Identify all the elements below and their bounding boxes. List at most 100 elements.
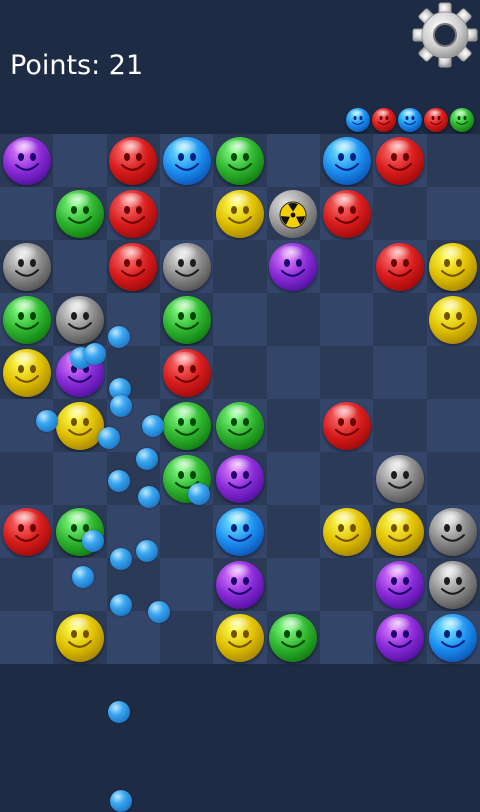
board-cell[interactable] bbox=[53, 293, 107, 346]
board-cell[interactable] bbox=[373, 134, 427, 187]
purple-ball[interactable] bbox=[375, 613, 424, 662]
blue-ball[interactable] bbox=[429, 613, 478, 662]
gray-ball[interactable] bbox=[162, 242, 211, 291]
yellow-ball[interactable] bbox=[375, 507, 424, 556]
board-cell[interactable] bbox=[0, 346, 54, 399]
board-cell[interactable] bbox=[160, 293, 214, 346]
board-cell[interactable] bbox=[0, 187, 54, 240]
board-cell[interactable] bbox=[160, 399, 214, 452]
board-cell[interactable] bbox=[53, 134, 107, 187]
purple-ball[interactable] bbox=[215, 454, 264, 503]
yellow-ball[interactable] bbox=[55, 401, 104, 450]
blue-ball[interactable] bbox=[215, 507, 264, 556]
green-ball[interactable] bbox=[269, 613, 318, 662]
red-ball[interactable] bbox=[375, 136, 424, 185]
board-cell[interactable] bbox=[266, 558, 320, 611]
board-cell[interactable] bbox=[160, 505, 214, 558]
board-cell[interactable] bbox=[320, 452, 374, 505]
red-ball[interactable] bbox=[109, 136, 158, 185]
board-cell[interactable] bbox=[0, 452, 54, 505]
board-cell[interactable] bbox=[106, 240, 160, 293]
board-cell[interactable] bbox=[320, 399, 374, 452]
green-ball[interactable] bbox=[55, 189, 104, 238]
board-cell[interactable] bbox=[320, 293, 374, 346]
board-cell[interactable] bbox=[213, 399, 267, 452]
board-cell[interactable] bbox=[160, 611, 214, 664]
board-cell[interactable] bbox=[426, 187, 480, 240]
board-cell[interactable] bbox=[373, 452, 427, 505]
board-cell[interactable] bbox=[213, 187, 267, 240]
board-cell[interactable] bbox=[213, 558, 267, 611]
board-cell[interactable] bbox=[266, 240, 320, 293]
yellow-ball[interactable] bbox=[215, 613, 264, 662]
gray-ball[interactable] bbox=[2, 242, 51, 291]
board-cell[interactable] bbox=[426, 558, 480, 611]
board-cell[interactable] bbox=[266, 293, 320, 346]
yellow-ball[interactable] bbox=[55, 613, 104, 662]
board-cell[interactable] bbox=[266, 187, 320, 240]
board-cell[interactable] bbox=[213, 240, 267, 293]
green-ball[interactable] bbox=[162, 295, 211, 344]
board-cell[interactable] bbox=[373, 346, 427, 399]
purple-ball[interactable] bbox=[215, 560, 264, 609]
board-cell[interactable] bbox=[0, 611, 54, 664]
blue-ball[interactable] bbox=[322, 136, 371, 185]
board-cell[interactable] bbox=[160, 558, 214, 611]
yellow-ball[interactable] bbox=[429, 295, 478, 344]
board-cell[interactable] bbox=[373, 187, 427, 240]
board-cell[interactable] bbox=[320, 505, 374, 558]
board-cell[interactable] bbox=[266, 134, 320, 187]
board-cell[interactable] bbox=[266, 505, 320, 558]
board-cell[interactable] bbox=[320, 187, 374, 240]
board-cell[interactable] bbox=[160, 187, 214, 240]
board-cell[interactable] bbox=[266, 346, 320, 399]
board-cell[interactable] bbox=[320, 240, 374, 293]
board-cell[interactable] bbox=[373, 505, 427, 558]
red-ball[interactable] bbox=[322, 401, 371, 450]
board-cell[interactable] bbox=[53, 611, 107, 664]
board-cell[interactable] bbox=[0, 558, 54, 611]
purple-ball[interactable] bbox=[269, 242, 318, 291]
board-cell[interactable] bbox=[373, 399, 427, 452]
red-ball[interactable] bbox=[2, 507, 51, 556]
yellow-ball[interactable] bbox=[215, 189, 264, 238]
board-cell[interactable] bbox=[160, 134, 214, 187]
red-ball[interactable] bbox=[375, 242, 424, 291]
board-cell[interactable] bbox=[426, 134, 480, 187]
red-ball[interactable] bbox=[162, 348, 211, 397]
board-cell[interactable] bbox=[266, 452, 320, 505]
board-cell[interactable] bbox=[320, 134, 374, 187]
board-cell[interactable] bbox=[266, 399, 320, 452]
board-cell[interactable] bbox=[373, 611, 427, 664]
board-cell[interactable] bbox=[426, 505, 480, 558]
board-cell[interactable] bbox=[373, 240, 427, 293]
board-cell[interactable] bbox=[373, 293, 427, 346]
gray-ball[interactable] bbox=[429, 560, 478, 609]
board-cell[interactable] bbox=[53, 240, 107, 293]
board-cell[interactable] bbox=[426, 240, 480, 293]
board-cell[interactable] bbox=[320, 346, 374, 399]
board-cell[interactable] bbox=[53, 399, 107, 452]
gear-icon[interactable] bbox=[412, 2, 478, 68]
red-ball[interactable] bbox=[109, 189, 158, 238]
game-board[interactable] bbox=[0, 134, 480, 664]
board-cell[interactable] bbox=[53, 452, 107, 505]
board-cell[interactable] bbox=[213, 346, 267, 399]
board-cell[interactable] bbox=[213, 293, 267, 346]
board-cell[interactable] bbox=[106, 134, 160, 187]
blue-ball[interactable] bbox=[162, 136, 211, 185]
board-cell[interactable] bbox=[0, 293, 54, 346]
yellow-ball[interactable] bbox=[2, 348, 51, 397]
red-ball[interactable] bbox=[322, 189, 371, 238]
board-cell[interactable] bbox=[160, 240, 214, 293]
purple-ball[interactable] bbox=[375, 560, 424, 609]
board-cell[interactable] bbox=[213, 611, 267, 664]
yellow-ball[interactable] bbox=[322, 507, 371, 556]
board-cell[interactable] bbox=[266, 611, 320, 664]
yellow-ball[interactable] bbox=[429, 242, 478, 291]
board-cell[interactable] bbox=[160, 346, 214, 399]
board-cell[interactable] bbox=[320, 558, 374, 611]
board-cell[interactable] bbox=[106, 187, 160, 240]
board-cell[interactable] bbox=[0, 240, 54, 293]
green-ball[interactable] bbox=[162, 401, 211, 450]
